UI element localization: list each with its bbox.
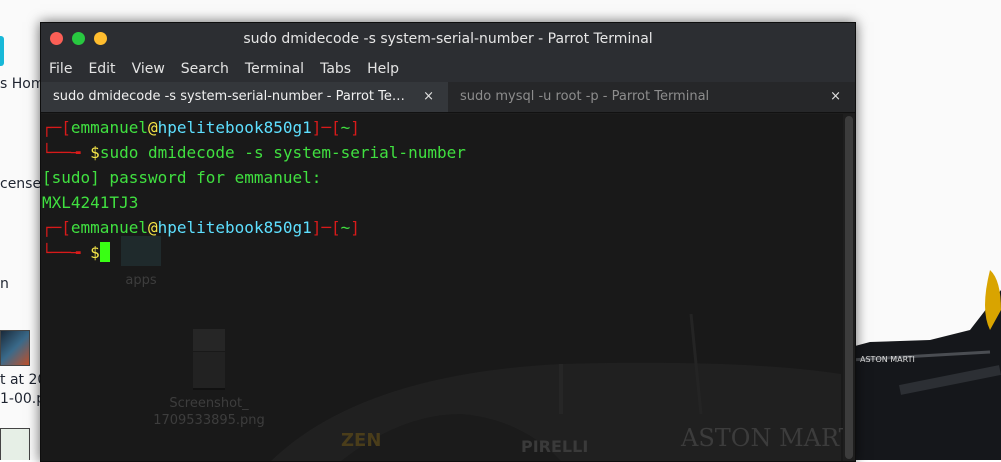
ghost-apps-label: apps <box>125 273 157 288</box>
prompt-dir: ~ <box>340 118 351 137</box>
desktop-label-license[interactable]: cense <box>0 176 41 192</box>
tab-bar: sudo dmidecode -s system-serial-number -… <box>41 82 855 113</box>
desktop-label-home[interactable]: s Hom <box>0 76 44 92</box>
prompt-user: emmanuel <box>70 118 148 137</box>
terminal-view[interactable]: ZEN PIRELLI ASTON MARTIN apps Screenshot… <box>41 114 855 461</box>
wallpaper-car-text: ASTON MARTI <box>860 355 915 364</box>
ghost-screenshot-label-2: 1709533895.png <box>153 413 265 428</box>
serial-number-output: MXL4241TJ3 <box>42 193 139 212</box>
menu-file[interactable]: File <box>49 61 72 77</box>
menu-help[interactable]: Help <box>367 61 399 77</box>
menu-view[interactable]: View <box>132 61 165 77</box>
terminal-window: sudo dmidecode -s system-serial-number -… <box>40 22 856 462</box>
tab-label: sudo mysql -u root -p - Parrot Terminal <box>460 89 710 104</box>
desktop-doc-thumb[interactable] <box>0 428 30 460</box>
wallpaper-team-text: ASTON MARTIN <box>680 424 855 452</box>
window-title: sudo dmidecode -s system-serial-number -… <box>243 31 653 47</box>
terminal-output: ┌─[emmanuel@hpelitebook850g1]─[~] └──╼ $… <box>42 118 466 262</box>
title-bar[interactable]: sudo dmidecode -s system-serial-number -… <box>41 23 855 56</box>
prompt-host: hpelitebook850g1 <box>157 118 312 137</box>
tab-label: sudo dmidecode -s system-serial-number -… <box>53 89 408 104</box>
menu-search[interactable]: Search <box>181 61 229 77</box>
sudo-password-prompt: [sudo] password for emmanuel: <box>42 168 322 187</box>
ghost-screenshot-label-1: Screenshot_ <box>169 396 249 411</box>
scrollbar[interactable] <box>843 114 855 461</box>
close-tab-icon[interactable]: × <box>830 82 841 112</box>
tab-dmidecode[interactable]: sudo dmidecode -s system-serial-number -… <box>41 82 448 112</box>
menu-edit[interactable]: Edit <box>88 61 115 77</box>
menu-terminal[interactable]: Terminal <box>245 61 304 77</box>
close-tab-icon[interactable]: × <box>423 82 434 112</box>
scrollbar-thumb[interactable] <box>845 116 853 459</box>
desktop-screenshot-thumb[interactable] <box>0 330 30 366</box>
wallpaper-tyre-text: PIRELLI <box>521 437 588 456</box>
text-cursor <box>99 242 110 262</box>
desktop-label-n[interactable]: n <box>0 276 9 292</box>
command-line: sudo dmidecode -s system-serial-number <box>99 143 466 162</box>
menu-tabs[interactable]: Tabs <box>320 61 351 77</box>
desktop-app-icon[interactable] <box>0 36 4 66</box>
menu-bar: File Edit View Search Terminal Tabs Help <box>41 56 855 82</box>
tab-mysql[interactable]: sudo mysql -u root -p - Parrot Terminal … <box>448 82 855 112</box>
wallpaper-sponsor-text: ZEN <box>341 430 381 451</box>
wallpaper-car: ASTON MARTI <box>840 270 1001 460</box>
